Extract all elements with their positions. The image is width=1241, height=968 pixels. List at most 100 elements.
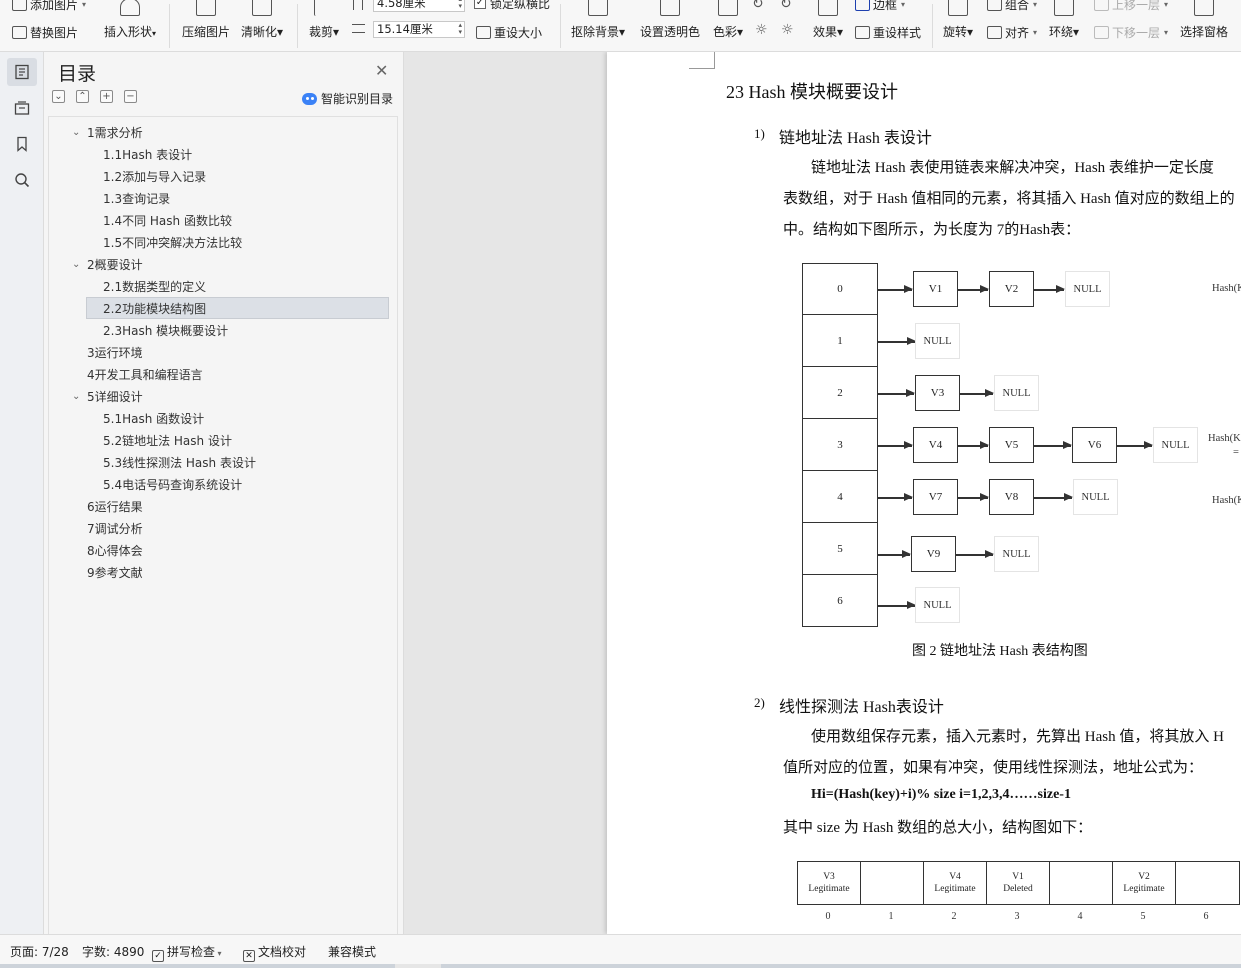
wrap-button[interactable]: 环绕▾	[1034, 0, 1094, 39]
hash-slot: 0	[802, 263, 878, 315]
chevron-down-icon[interactable]: ⌄	[72, 386, 80, 408]
sub2-number: 2)	[754, 695, 765, 710]
lock-ratio-checkbox[interactable]: ✓	[474, 0, 486, 9]
toc-item-8[interactable]: 8心得体会	[87, 540, 143, 562]
table-cell: V2 Legitimate	[1113, 862, 1176, 904]
toc-item-5-4[interactable]: 5.4电话号码查询系统设计	[103, 474, 242, 496]
rotate-button[interactable]: 旋转▾	[928, 0, 988, 39]
sharpen-label: 清晰化	[240, 25, 277, 39]
toc-item-1-1[interactable]: 1.1Hash 表设计	[103, 144, 192, 166]
toc-item-1-5[interactable]: 1.5不同冲突解决方法比较	[103, 232, 242, 254]
sharpen-button[interactable]: 清晰化▾	[232, 0, 292, 39]
collapse-all-icon[interactable]: ⌄	[52, 90, 65, 103]
chapter-icon	[14, 101, 30, 115]
scrollbar-thumb[interactable]	[395, 964, 441, 968]
null-node: NULL	[1073, 479, 1118, 515]
toc-panel-button[interactable]	[7, 58, 37, 86]
sub2-title: 线性探测法 Hash表设计	[779, 699, 944, 716]
remove-bg-icon	[588, 0, 608, 16]
image-icon	[12, 0, 27, 11]
selection-pane-button[interactable]: 选择窗格	[1174, 0, 1234, 39]
align-button[interactable]: 对齐 ▾	[987, 24, 1037, 41]
linear-probe-table[interactable]: V3 Legitimate V4 Legitimate V1 Deleted V2 Le…	[797, 861, 1240, 905]
toc-item-5-2[interactable]: 5.2链地址法 Hash 设计	[103, 430, 232, 452]
toc-item-6[interactable]: 6运行结果	[87, 496, 143, 518]
toc-item-1-4[interactable]: 1.4不同 Hash 函数比较	[103, 210, 232, 232]
add-heading-icon[interactable]: +	[100, 90, 113, 103]
toc-item-label: 7调试分析	[87, 522, 143, 536]
null-node: NULL	[1065, 271, 1110, 307]
toc-item-5-3[interactable]: 5.3线性探测法 Hash 表设计	[103, 452, 256, 474]
height-input[interactable]: 4.58厘米 ▴▾	[373, 0, 465, 12]
toc-item-7[interactable]: 7调试分析	[87, 518, 143, 540]
bring-forward-button[interactable]: 上移一层 ▾	[1094, 0, 1168, 13]
toc-item-label: 1.5不同冲突解决方法比较	[103, 236, 243, 250]
document-canvas[interactable]: 23 Hash 模块概要设计 1) 链地址法 Hash 表设计 链地址法 Has…	[404, 52, 1241, 934]
close-icon[interactable]: ✕	[375, 61, 388, 80]
toc-item-label: 2概要设计	[87, 258, 143, 272]
reset-size-button[interactable]: 重设大小	[476, 24, 542, 41]
group-button[interactable]: 组合 ▾	[987, 0, 1037, 13]
chain-node: V9	[911, 536, 956, 572]
chevron-down-icon[interactable]: ⌄	[72, 254, 80, 276]
send-backward-button[interactable]: 下移一层 ▾	[1094, 24, 1168, 41]
proofread-button[interactable]: ✕ 文档校对	[243, 943, 306, 962]
expand-up-icon[interactable]: ⌃	[76, 90, 89, 103]
border-icon	[855, 0, 870, 11]
crop-label: 裁剪	[308, 25, 333, 39]
table-index: 0	[825, 911, 831, 922]
horizontal-scrollbar[interactable]	[0, 964, 1241, 968]
add-image-button[interactable]: 添加图片 ▾	[12, 0, 86, 13]
compress-image-button[interactable]: 压缩图片	[176, 0, 236, 39]
toc-item-1[interactable]: ⌄ 1需求分析	[72, 122, 143, 144]
insert-shape-button[interactable]: 插入形状▾	[100, 0, 160, 39]
page-indicator[interactable]: 页面: 7/28	[10, 943, 69, 960]
toc-item-1-3[interactable]: 1.3查询记录	[103, 188, 170, 210]
rotate-right-icon[interactable]: ↻	[780, 0, 792, 12]
remove-bg-button[interactable]: 抠除背景▾	[568, 0, 628, 39]
rotate-left-icon[interactable]: ↻	[752, 0, 764, 12]
chain-arrow	[878, 494, 913, 500]
toc-item-5[interactable]: ⌄ 5详细设计	[72, 386, 143, 408]
replace-image-button[interactable]: 替换图片	[12, 24, 78, 41]
ai-robot-icon	[302, 92, 317, 105]
chain-arrow	[1034, 286, 1065, 292]
rotate-label: 旋转	[942, 25, 967, 39]
toc-item-label: 5详细设计	[87, 390, 143, 404]
send-backward-label: 下移一层	[1112, 26, 1161, 40]
chevron-down-icon[interactable]: ⌄	[72, 122, 80, 144]
color-button[interactable]: 色彩▾	[698, 0, 758, 39]
compress-icon	[196, 0, 216, 16]
width-input[interactable]: 15.14厘米 ▴ ▾	[373, 21, 465, 38]
toc-item-5-1[interactable]: 5.1Hash 函数设计	[103, 408, 204, 430]
bookmark-panel-button[interactable]	[7, 130, 37, 158]
toc-item-3[interactable]: 3运行环境	[87, 342, 143, 364]
remove-heading-icon[interactable]: −	[124, 90, 137, 103]
chapter-panel-button[interactable]	[7, 94, 37, 122]
toc-item-label: 3运行环境	[87, 346, 143, 360]
effects-button[interactable]: 效果▾	[798, 0, 858, 39]
toc-icon	[15, 64, 29, 80]
toc-item-9[interactable]: 9参考文献	[87, 562, 143, 584]
toc-item-2-2[interactable]: 2.2功能模块结构图	[86, 297, 389, 319]
search-panel-button[interactable]	[7, 166, 37, 194]
contrast-icon[interactable]: ☼	[781, 22, 794, 38]
smart-toc-button[interactable]: 智能识别目录	[302, 90, 393, 107]
table-cell: V3 Legitimate	[798, 862, 861, 904]
document-page[interactable]: 23 Hash 模块概要设计 1) 链地址法 Hash 表设计 链地址法 Has…	[607, 52, 1241, 934]
reset-style-button[interactable]: 重设样式	[855, 24, 921, 41]
toc-item-2-1[interactable]: 2.1数据类型的定义	[103, 276, 206, 298]
border-button[interactable]: 边框 ▾	[855, 0, 905, 13]
toc-item-1-2[interactable]: 1.2添加与导入记录	[103, 166, 206, 188]
word-count[interactable]: 字数: 4890	[82, 943, 144, 960]
hash-slot: 5	[802, 523, 878, 575]
crop-button[interactable]: 裁剪▾	[294, 0, 354, 39]
set-transparent-button[interactable]: 设置透明色	[640, 0, 700, 39]
color-icon	[718, 0, 738, 16]
toc-item-2[interactable]: ⌄ 2概要设计	[72, 254, 143, 276]
width-icon	[352, 24, 365, 33]
toc-item-2-3[interactable]: 2.3Hash 模块概要设计	[103, 320, 228, 342]
toc-item-4[interactable]: 4开发工具和编程语言	[87, 364, 203, 386]
spell-check-button[interactable]: ✓ 拼写检查 ▾	[152, 943, 222, 962]
brightness-icon[interactable]: ☼	[755, 22, 768, 38]
